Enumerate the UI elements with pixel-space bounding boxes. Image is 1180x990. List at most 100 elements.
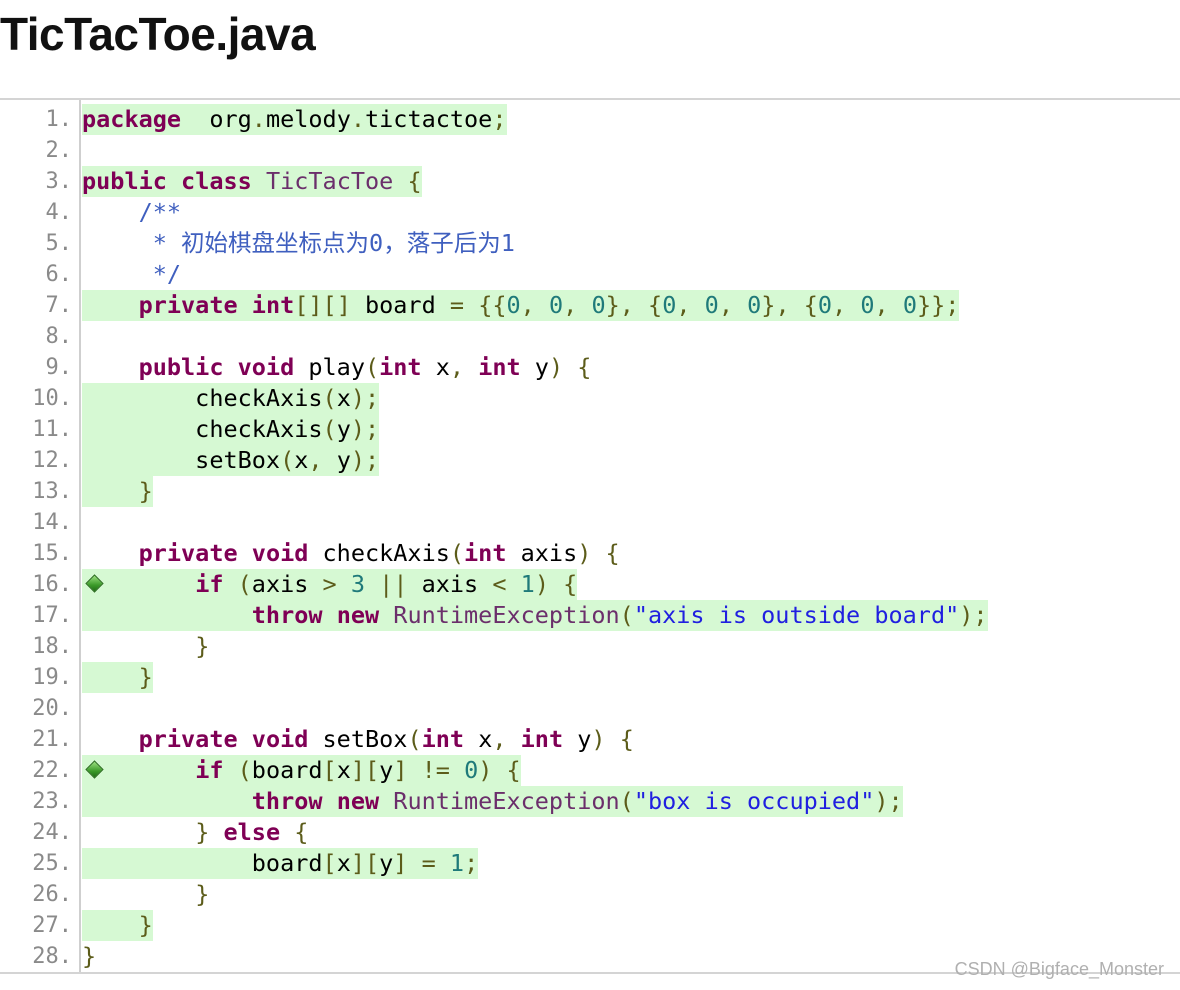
code-token: new xyxy=(336,601,380,629)
code-text: setBox(x, y); xyxy=(82,445,380,476)
code-token: {{ xyxy=(478,291,507,319)
code-line: 2. xyxy=(0,135,1180,166)
code-token: ); xyxy=(874,787,903,815)
line-number: 25. xyxy=(32,851,72,876)
code-token: [ xyxy=(322,849,337,877)
code-token: 3 xyxy=(350,570,366,598)
code-line: 3. public class TicTacToe { xyxy=(0,166,1180,197)
code-token: 1 xyxy=(520,570,535,598)
code-token: axis xyxy=(251,570,323,598)
code-line: 15. private void checkAxis(int axis) { xyxy=(0,538,1180,569)
code-token: RuntimeException xyxy=(393,787,620,815)
code-token: , xyxy=(832,291,847,319)
code-token: TicTacToe xyxy=(265,167,394,195)
code-token: throw xyxy=(251,787,323,815)
code-token: play xyxy=(294,353,365,381)
code-token: = xyxy=(449,291,465,319)
line-number: 3. xyxy=(45,169,73,194)
code-text: } xyxy=(82,910,153,941)
code-token: ); xyxy=(959,601,988,629)
code-token: ][ xyxy=(350,756,380,784)
code-token: int xyxy=(251,291,295,319)
code-line: 8. xyxy=(0,321,1180,352)
code-line: 12. setBox(x, y); xyxy=(0,445,1180,476)
code-token: board xyxy=(251,756,323,784)
code-text: /** xyxy=(82,197,181,228)
code-token: 0 xyxy=(506,291,521,319)
code-token: if xyxy=(195,570,224,598)
line-number: 15. xyxy=(32,541,72,566)
code-token: ( xyxy=(619,787,634,815)
line-number: 12. xyxy=(32,448,72,473)
code-line: 1. package org.melody.tictactoe; xyxy=(0,104,1180,135)
code-text: throw new RuntimeException("axis is outs… xyxy=(82,600,988,631)
code-token: , xyxy=(718,291,733,319)
code-token: != xyxy=(421,756,450,784)
code-token: , xyxy=(520,291,535,319)
line-number: 26. xyxy=(32,882,72,907)
code-line: 17. throw new RuntimeException("axis is … xyxy=(0,600,1180,631)
line-number: 5. xyxy=(45,231,73,256)
code-token: , xyxy=(874,291,889,319)
line-number: 20. xyxy=(32,696,72,721)
code-text: board[x][y] = 1; xyxy=(82,848,479,879)
code-text: private void setBox(int x, int y) { xyxy=(82,724,634,755)
code-token: ) xyxy=(534,570,549,598)
code-token: private xyxy=(138,725,238,753)
code-token: axis xyxy=(407,570,493,598)
code-token: ; xyxy=(492,105,507,133)
code-token: 0 xyxy=(704,291,719,319)
line-number: 18. xyxy=(32,634,72,659)
code-token: setBox xyxy=(82,446,281,474)
code-token: { xyxy=(577,353,592,381)
code-token: ); xyxy=(350,384,380,412)
line-number: 8. xyxy=(45,324,73,349)
code-line: 13. } xyxy=(0,476,1180,507)
code-token: void xyxy=(237,353,295,381)
code-token: ; xyxy=(464,849,479,877)
code-token: else xyxy=(223,818,281,846)
code-token: , xyxy=(676,291,691,319)
code-text: private int[][] board = {{0, 0, 0}, {0, … xyxy=(82,290,960,321)
line-number: 17. xyxy=(32,603,72,628)
code-line: 6. */ xyxy=(0,259,1180,290)
code-token: . xyxy=(350,105,365,133)
code-token: setBox xyxy=(308,725,408,753)
code-token: } xyxy=(138,663,153,691)
line-number: 1. xyxy=(45,107,73,132)
code-token: int xyxy=(421,725,465,753)
code-token: }, xyxy=(605,291,634,319)
code-token: { xyxy=(648,291,663,319)
code-token: "box is occupied" xyxy=(633,787,875,815)
code-token: checkAxis xyxy=(308,539,450,567)
code-token: 1 xyxy=(449,849,465,877)
code-token: new xyxy=(336,787,380,815)
code-token: y xyxy=(379,849,394,877)
code-token: , xyxy=(449,353,465,381)
code-token: = xyxy=(421,849,436,877)
code-token: ); xyxy=(350,446,380,474)
code-text: } else { xyxy=(82,817,308,848)
line-number: 27. xyxy=(32,913,72,938)
code-token: class xyxy=(181,167,252,195)
code-token: 0 xyxy=(817,291,833,319)
code-token: ( xyxy=(407,725,422,753)
line-number: 13. xyxy=(32,479,72,504)
line-number: 23. xyxy=(32,789,72,814)
code-line: 19. } xyxy=(0,662,1180,693)
